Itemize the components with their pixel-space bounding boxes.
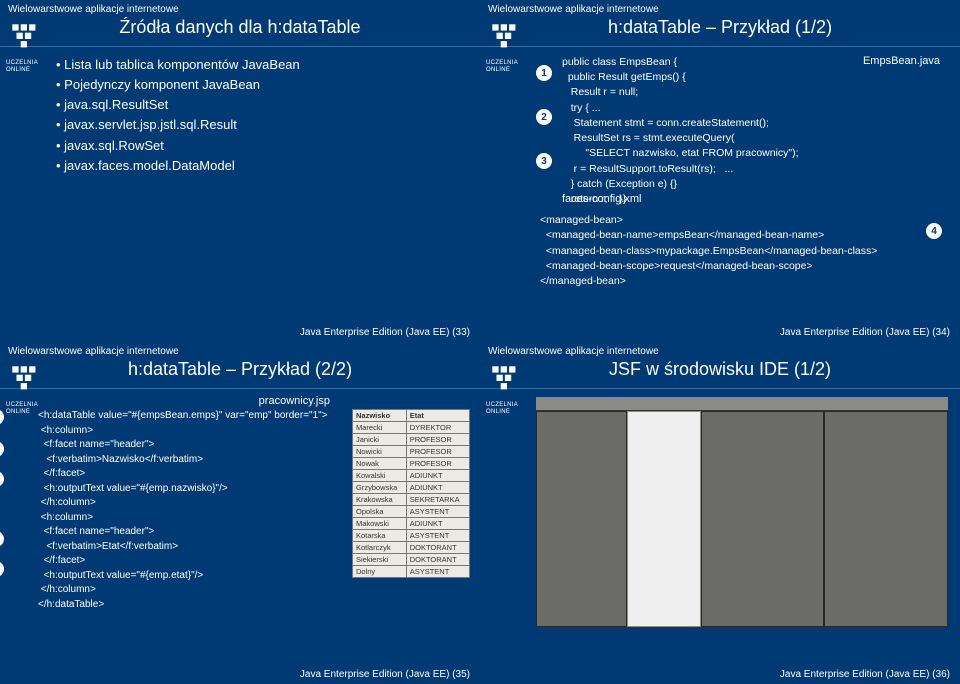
- table-row: SiekierskiDOKTORANT: [353, 554, 470, 566]
- logo-text: UCZELNIAONLINE: [486, 402, 518, 416]
- filename-label: EmpsBean.java: [863, 55, 940, 67]
- table-row: NowickiPROFESOR: [353, 446, 470, 458]
- list-item: Lista lub tablica komponentów JavaBean: [56, 55, 468, 75]
- java-code: public class EmpsBean { public Result ge…: [562, 55, 948, 207]
- bullet-list: Lista lub tablica komponentów JavaBean P…: [56, 55, 468, 176]
- slide-35: Wielowarstwowe aplikacje internetowe h:d…: [0, 342, 480, 684]
- slide-footer: Java Enterprise Edition (Java EE) (34): [780, 327, 950, 338]
- slide-36: Wielowarstwowe aplikacje internetowe JSF…: [480, 342, 960, 684]
- table-row: JanickiPROFESOR: [353, 434, 470, 446]
- callout-4: 4: [0, 531, 4, 547]
- slide-title: h:dataTable – Przykład (1/2): [480, 15, 960, 44]
- table-row: KrakowskaSEKRETARKA: [353, 494, 470, 506]
- table-row: MareckiDYREKTOR: [353, 422, 470, 434]
- slide-footer: Java Enterprise Edition (Java EE) (33): [300, 327, 470, 338]
- table-row: GrzybowskaADIUNKT: [353, 482, 470, 494]
- callout-5: 5: [0, 561, 4, 577]
- callout-2: 2: [536, 109, 552, 125]
- table-row: OpolskaASYSTENT: [353, 506, 470, 518]
- logo-icon: [6, 18, 48, 63]
- list-item: javax.faces.model.DataModel: [56, 156, 468, 176]
- table-row: KotarskaASYSTENT: [353, 530, 470, 542]
- callout-3: 3: [0, 471, 4, 487]
- logo-icon: [6, 360, 48, 405]
- logo-text: UCZELNIAONLINE: [486, 60, 518, 74]
- logo-icon: [486, 18, 528, 63]
- slide-title: h:dataTable – Przykład (2/2): [0, 357, 480, 386]
- filename-label: faces-config.xml: [562, 193, 948, 205]
- table-row: NowakPROFESOR: [353, 458, 470, 470]
- slide-title: Źródła danych dla h:dataTable: [0, 15, 480, 44]
- table-row: KowalskiADIUNKT: [353, 470, 470, 482]
- callout-1: 1: [536, 65, 552, 81]
- list-item: java.sql.ResultSet: [56, 95, 468, 115]
- callout-3: 3: [536, 153, 552, 169]
- list-item: javax.servlet.jsp.jstl.sql.Result: [56, 115, 468, 135]
- breadcrumb: Wielowarstwowe aplikacje internetowe: [480, 0, 960, 15]
- callout-1: 1: [0, 409, 4, 425]
- slide-footer: Java Enterprise Edition (Java EE) (36): [780, 669, 950, 680]
- slide-33: Wielowarstwowe aplikacje internetowe Źró…: [0, 0, 480, 342]
- callout-2: 2: [0, 441, 4, 457]
- list-item: javax.sql.RowSet: [56, 136, 468, 156]
- ide-screenshot: [536, 397, 948, 627]
- slide-title: JSF w środowisku IDE (1/2): [480, 357, 960, 386]
- xml-code: <managed-bean> <managed-bean-name>empsBe…: [540, 213, 948, 289]
- breadcrumb: Wielowarstwowe aplikacje internetowe: [0, 0, 480, 15]
- slide-footer: Java Enterprise Edition (Java EE) (35): [300, 669, 470, 680]
- table-row: MakowskiADIUNKT: [353, 518, 470, 530]
- jsp-code: <h:dataTable value="#{empsBean.emps}" va…: [38, 409, 344, 612]
- table-row: KotlarczykDOKTORANT: [353, 542, 470, 554]
- slide-34: Wielowarstwowe aplikacje internetowe h:d…: [480, 0, 960, 342]
- table-row: DolnyASYSTENT: [353, 566, 470, 578]
- logo-text: UCZELNIAONLINE: [6, 60, 38, 74]
- breadcrumb: Wielowarstwowe aplikacje internetowe: [0, 342, 480, 357]
- list-item: Pojedynczy komponent JavaBean: [56, 75, 468, 95]
- breadcrumb: Wielowarstwowe aplikacje internetowe: [480, 342, 960, 357]
- filename-label: pracownicy.jsp: [10, 395, 470, 407]
- logo-icon: [486, 360, 528, 405]
- result-table: Nazwisko Etat MareckiDYREKTORJanickiPROF…: [352, 409, 470, 578]
